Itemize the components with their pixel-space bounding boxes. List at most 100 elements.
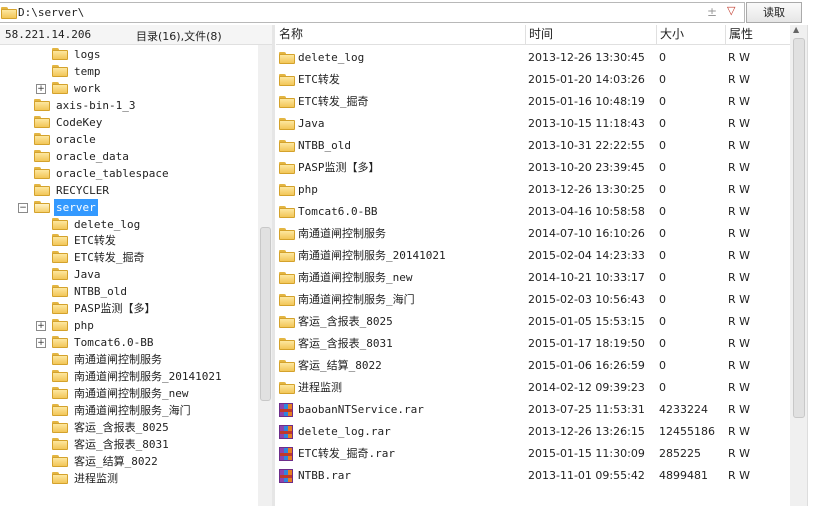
file-row[interactable]: 南通道闸控制服务_new 2014-10-21 10:33:17 0 R W	[276, 267, 790, 289]
file-time: 2013-11-01 09:55:42	[528, 469, 645, 482]
column-header-size[interactable]: 大小	[656, 25, 726, 44]
collapse-icon[interactable]: −	[18, 202, 28, 213]
tree-item[interactable]: NTBB_old	[0, 283, 258, 300]
tree-item[interactable]: 南通道闸控制服务_20141021	[0, 368, 258, 385]
tree-item[interactable]: logs	[0, 46, 258, 63]
file-attr: R W	[728, 293, 751, 306]
file-row[interactable]: php 2013-12-26 13:30:25 0 R W	[276, 179, 790, 201]
expand-icon[interactable]: +	[36, 83, 46, 94]
expand-icon[interactable]: +	[36, 321, 46, 332]
folder-icon	[34, 98, 50, 111]
file-attr: R W	[728, 381, 751, 394]
file-row[interactable]: baobanNTService.rar 2013-07-25 11:53:31 42…	[276, 399, 790, 421]
tree-item[interactable]: 南通道闸控制服务	[0, 351, 258, 368]
file-attr: R W	[728, 183, 751, 196]
column-header-time[interactable]: 时间	[525, 25, 657, 44]
tree-scrollbar-thumb[interactable]	[260, 227, 271, 401]
tree-item[interactable]: oracle	[0, 131, 258, 148]
file-row[interactable]: ETC转发_掘奇.rar 2015-01-15 11:30:09 285225 R W	[276, 443, 790, 465]
tree-item[interactable]: oracle_data	[0, 148, 258, 165]
path-text: D:\server\	[18, 6, 85, 19]
tree-item[interactable]: RECYCLER	[0, 182, 258, 199]
tree-item-label: axis-bin-1_3	[56, 98, 136, 112]
folder-icon	[279, 228, 295, 240]
item-counts: 目录(16),文件(8)	[136, 30, 222, 43]
chevron-down-icon[interactable]: ▽	[727, 4, 735, 17]
tree-scrollbar[interactable]	[258, 45, 272, 506]
tree-item[interactable]: 南通道闸控制服务_海门	[0, 402, 258, 419]
file-time: 2015-01-16 10:48:19	[528, 95, 645, 108]
tree-item[interactable]: − server	[0, 198, 258, 216]
panel-splitter[interactable]	[272, 25, 275, 506]
folder-icon	[279, 382, 295, 394]
file-attr: R W	[728, 249, 751, 262]
file-row[interactable]: NTBB.rar 2013-11-01 09:55:42 4899481 R W	[276, 465, 790, 487]
file-row[interactable]: 客运_结算_8022 2015-01-06 16:26:59 0 R W	[276, 355, 790, 377]
path-input[interactable]: D:\server\ ± ▽	[0, 2, 745, 23]
file-row[interactable]: 南通道闸控制服务_海门 2015-02-03 10:56:43 0 R W	[276, 289, 790, 311]
folder-icon	[279, 162, 295, 174]
tree-item[interactable]: 客运_含报表_8031	[0, 436, 258, 453]
tree-item[interactable]: ETC转发	[0, 232, 258, 249]
file-size: 0	[659, 183, 666, 196]
tree-item[interactable]: oracle_tablespace	[0, 165, 258, 182]
tree-item[interactable]: + work	[0, 80, 258, 97]
file-row[interactable]: ETC转发_掘奇 2015-01-16 10:48:19 0 R W	[276, 91, 790, 113]
file-time: 2013-04-16 10:58:58	[528, 205, 645, 218]
file-row[interactable]: 南通道闸控制服务_20141021 2015-02-04 14:23:33 0 R W	[276, 245, 790, 267]
tree-item[interactable]: Java	[0, 266, 258, 283]
tree-item[interactable]: axis-bin-1_3	[0, 97, 258, 114]
tree-item-label: php	[74, 319, 94, 333]
tree-item-label: server	[54, 198, 98, 216]
column-header-attr[interactable]: 属性	[725, 25, 791, 44]
file-row[interactable]: delete_log.rar 2013-12-26 13:26:15 1245518…	[276, 421, 790, 443]
file-name: Tomcat6.0-BB	[298, 205, 378, 218]
tree-item[interactable]: + php	[0, 317, 258, 334]
file-size: 0	[659, 95, 666, 108]
file-attr: R W	[728, 425, 751, 438]
file-row[interactable]: 客运_含报表_8025 2015-01-05 15:53:15 0 R W	[276, 311, 790, 333]
folder-icon	[52, 268, 68, 281]
file-time: 2013-12-26 13:30:45	[528, 51, 645, 64]
folder-icon	[52, 48, 68, 60]
file-row[interactable]: delete_log 2013-12-26 13:30:45 0 R W	[276, 47, 790, 69]
file-attr: R W	[728, 315, 751, 328]
file-size: 0	[659, 161, 666, 174]
file-name: 客运_含报表_8025	[298, 315, 393, 328]
tree-item[interactable]: delete_log	[0, 216, 258, 233]
left-status-bar: 58.221.14.206 目录(16),文件(8)	[0, 25, 272, 45]
folder-icon	[279, 294, 295, 306]
tree-item-label: oracle	[56, 132, 96, 146]
file-row[interactable]: 进程监测 2014-02-12 09:39:23 0 R W	[276, 377, 790, 399]
tree-item[interactable]: CodeKey	[0, 114, 258, 131]
tree-item[interactable]: 进程监测	[0, 470, 258, 487]
file-list-scrollbar[interactable]: ▲	[790, 25, 807, 506]
tree-item[interactable]: 客运_结算_8022	[0, 453, 258, 470]
file-list-scrollbar-thumb[interactable]	[793, 38, 805, 418]
tree-item-label: 进程监测	[74, 471, 118, 485]
file-row[interactable]: NTBB_old 2013-10-31 22:22:55 0 R W	[276, 135, 790, 157]
column-header-name[interactable]: 名称	[276, 25, 527, 44]
tree-item[interactable]: PASP监测【多】	[0, 300, 258, 317]
tree-item[interactable]: 客运_含报表_8025	[0, 419, 258, 436]
file-size: 0	[659, 271, 666, 284]
tree-item[interactable]: temp	[0, 63, 258, 80]
file-row[interactable]: 南通道闸控制服务 2014-07-10 16:10:26 0 R W	[276, 223, 790, 245]
scroll-up-icon[interactable]: ▲	[793, 25, 799, 34]
expand-icon[interactable]: +	[36, 338, 46, 349]
rar-archive-icon	[279, 469, 293, 483]
tree-item[interactable]: + Tomcat6.0-BB	[0, 334, 258, 351]
tree-item[interactable]: ETC转发_掘奇	[0, 249, 258, 266]
file-row[interactable]: PASP监测【多】 2013-10-20 23:39:45 0 R W	[276, 157, 790, 179]
folder-icon	[52, 353, 68, 366]
tree-item[interactable]: 南通道闸控制服务_new	[0, 385, 258, 402]
file-row[interactable]: 客运_含报表_8031 2015-01-17 18:19:50 0 R W	[276, 333, 790, 355]
read-button[interactable]: 读取	[746, 2, 802, 23]
folder-icon	[34, 132, 50, 145]
file-row[interactable]: Java 2013-10-15 11:18:43 0 R W	[276, 113, 790, 135]
file-row[interactable]: Tomcat6.0-BB 2013-04-16 10:58:58 0 R W	[276, 201, 790, 223]
tree-item-label: Java	[74, 268, 101, 282]
file-row[interactable]: ETC转发 2015-01-20 14:03:26 0 R W	[276, 69, 790, 91]
plus-icon[interactable]: ±	[707, 5, 717, 19]
tree-item-label: delete_log	[74, 217, 141, 231]
